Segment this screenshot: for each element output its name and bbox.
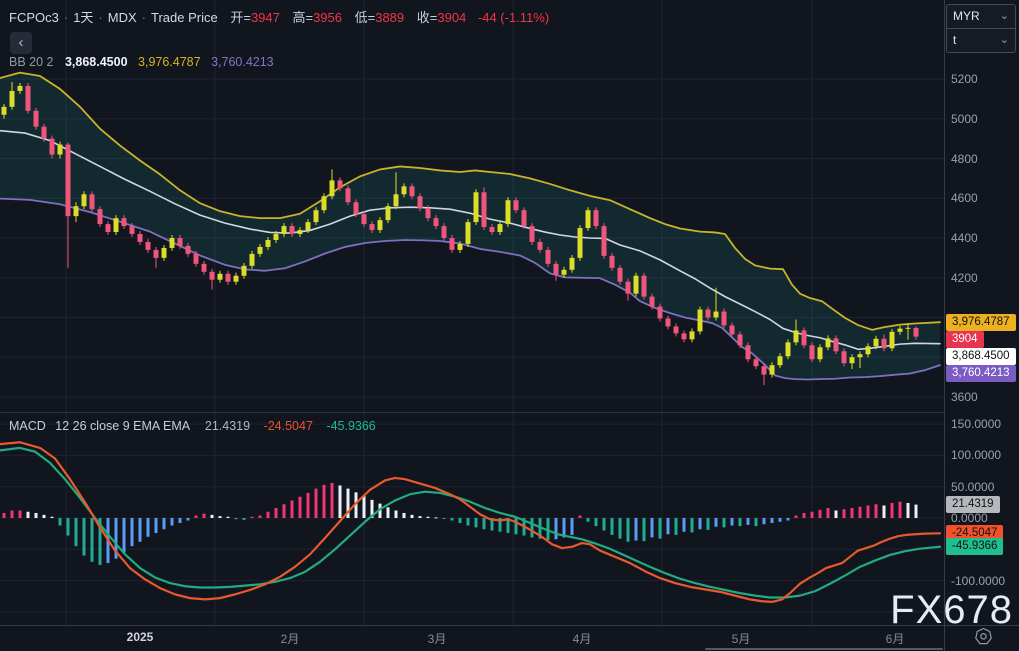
macd-line-value: -24.5047 <box>263 419 313 433</box>
low-value: 3889 <box>375 10 405 25</box>
price-tick-label: 5200 <box>951 72 978 86</box>
price-tick-label: 4800 <box>951 151 978 166</box>
high-value: 3956 <box>313 10 342 25</box>
time-axis-label: 4月 <box>572 632 592 646</box>
unit-value: t <box>953 33 957 47</box>
symbol-name[interactable]: FCPOc3 <box>9 10 59 25</box>
separator-dot: · <box>63 10 69 25</box>
bb-basis-value: 3,868.4500 <box>64 55 128 69</box>
time-axis-label: 5月 <box>731 632 751 646</box>
price-axis-badge: 3904 <box>946 330 984 348</box>
macd-tick-label: 100.0000 <box>951 448 1002 463</box>
horizontal-scrollbar[interactable] <box>705 648 943 650</box>
close-label: 收= <box>416 10 438 25</box>
macd-tick-label: 50.0000 <box>951 479 995 494</box>
price-tick-label: 4200 <box>951 270 978 285</box>
price-tick-label: 3600 <box>951 390 978 404</box>
open-label: 开= <box>230 10 251 25</box>
back-button[interactable]: ‹ <box>10 32 32 54</box>
currency-value: MYR <box>953 9 980 23</box>
unit-select[interactable]: t ⌄ <box>947 28 1015 52</box>
price-axis-badge: 3,976.4787 <box>946 313 1016 331</box>
price-tick-label: 4600 <box>951 191 978 206</box>
macd-signal-value: -45.9366 <box>326 419 376 433</box>
macd-tick-label: 0.0000 <box>951 511 988 525</box>
currency-select[interactable]: MYR ⌄ <box>947 5 1015 28</box>
time-axis-label: 2025 <box>126 630 154 644</box>
macd-tick-label: 150.0000 <box>951 417 1002 432</box>
macd-params: 12 26 close 9 EMA EMA <box>55 419 190 433</box>
change-value: -44 (-1.11%) <box>477 10 550 25</box>
macd-label: MACD <box>9 419 46 433</box>
price-axis-border <box>944 0 945 651</box>
separator-dot: · <box>141 10 146 25</box>
macd-pane[interactable] <box>0 413 945 625</box>
macd-legend[interactable]: MACD 12 26 close 9 EMA EMA 21.4319 -24.5… <box>9 419 376 433</box>
price-tick-label: 4400 <box>951 231 978 245</box>
time-axis-border <box>0 625 1019 626</box>
separator-dot: · <box>98 10 103 25</box>
macd-tick-label: -100.0000 <box>951 573 1006 588</box>
time-axis-label: 3月 <box>427 632 447 646</box>
bb-lower-value: 3,760.4213 <box>211 55 274 69</box>
chevron-down-icon: ⌄ <box>999 34 1009 46</box>
bb-upper-value: 3,976.4787 <box>138 55 201 69</box>
chevron-left-icon: ‹ <box>18 34 24 51</box>
interval-label[interactable]: 1天 <box>73 10 93 25</box>
chevron-down-icon: ⌄ <box>999 10 1009 22</box>
open-value: 3947 <box>250 10 280 25</box>
close-value: 3904 <box>437 10 467 25</box>
low-label: 低= <box>354 10 376 25</box>
watermark: FX678 <box>890 588 1013 632</box>
exchange-label: MDX <box>107 10 137 25</box>
bb-label: BB 20 2 <box>9 55 54 69</box>
price-axis-badge: 3,868.4500 <box>946 347 1016 365</box>
macd-histogram-value: 21.4319 <box>204 419 251 433</box>
axis-unit-selector: MYR ⌄ t ⌄ <box>946 4 1016 53</box>
pane-divider[interactable] <box>0 412 945 413</box>
series-type-label: Trade Price <box>151 10 218 25</box>
price-tick-label: 5000 <box>951 111 978 126</box>
symbol-header: FCPOc3 · 1天 · MDX · Trade Price 开=3947 高=3956 … <box>9 7 549 26</box>
trading-chart-window: FCPOc3 · 1天 · MDX · Trade Price 开=3947 高=3956 … <box>0 0 1019 651</box>
macd-axis-badge: 21.4319 <box>946 496 1000 514</box>
bollinger-legend[interactable]: BB 20 2 3,868.4500 3,976.4787 3,760.4213 <box>9 55 274 69</box>
macd-axis-badge: -45.9366 <box>946 538 1004 556</box>
price-axis-badge: 3,760.4213 <box>946 364 1016 382</box>
high-label: 高= <box>292 10 314 25</box>
time-axis-label: 6月 <box>885 632 905 646</box>
time-axis-label: 2月 <box>280 632 300 646</box>
